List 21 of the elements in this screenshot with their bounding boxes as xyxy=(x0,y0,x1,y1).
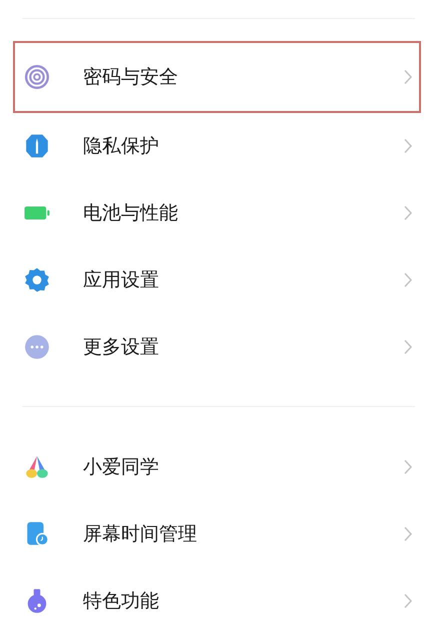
chevron-right-icon xyxy=(403,204,413,220)
chevron-right-icon xyxy=(403,592,413,608)
settings-item[interactable]: 电池与性能 xyxy=(13,179,421,246)
settings-item[interactable]: 应用设置 xyxy=(13,246,421,313)
settings-item[interactable]: 特色功能 xyxy=(13,567,421,634)
chevron-right-icon xyxy=(403,458,413,474)
chevron-right-icon xyxy=(403,69,413,85)
settings-icon xyxy=(24,266,50,292)
more-icon xyxy=(24,334,50,360)
settings-item[interactable]: 隐私保护 xyxy=(13,112,421,179)
chevron-right-icon xyxy=(403,338,413,354)
fingerprint-icon xyxy=(24,64,50,90)
assistant-icon xyxy=(24,454,50,480)
chevron-right-icon xyxy=(403,526,413,542)
shield-icon xyxy=(24,132,50,158)
settings-item[interactable]: 屏幕时间管理 xyxy=(13,500,421,567)
settings-item[interactable]: 小爱同学 xyxy=(13,433,421,500)
settings-item[interactable]: 密码与安全 xyxy=(13,41,421,113)
chevron-right-icon xyxy=(403,138,413,154)
settings-item[interactable]: 更多设置 xyxy=(13,313,421,380)
chevron-right-icon xyxy=(403,272,413,288)
